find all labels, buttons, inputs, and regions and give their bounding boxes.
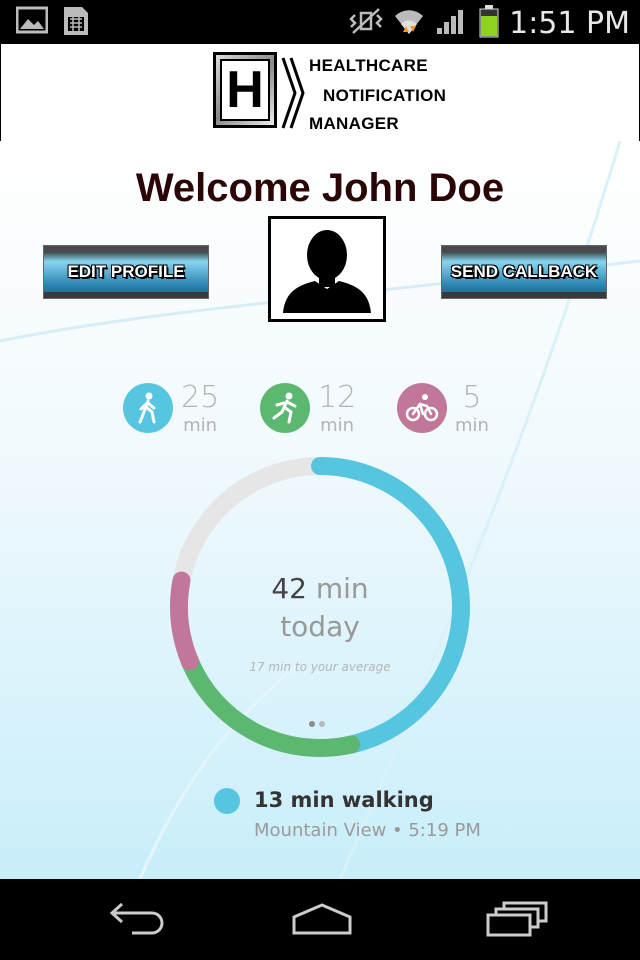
- ring-segment-running: [180, 652, 361, 757]
- page-indicator: [309, 721, 325, 727]
- recent-activity-title[interactable]: 13 min walking: [254, 788, 434, 812]
- logo-letter: H: [220, 59, 270, 121]
- app-logo: H: [213, 52, 277, 128]
- clock-time: 1:51 PM: [509, 5, 630, 41]
- brand-line-3: MANAGER: [309, 114, 399, 133]
- back-icon: [109, 902, 164, 935]
- cycling-minutes: 5: [462, 380, 482, 415]
- signal-icon: [435, 6, 469, 40]
- app-header: H HEALTHCARE NOTIFICATION MANAGER: [0, 43, 640, 142]
- running-minutes: 12: [318, 380, 357, 415]
- total-minutes: 42 min: [220, 572, 420, 605]
- running-icon: [260, 383, 310, 433]
- ring-segment-cycling: [170, 571, 199, 671]
- brand-line-1: HEALTHCARE: [309, 56, 428, 75]
- cycling-icon: [397, 383, 447, 433]
- total-unit: min: [315, 572, 369, 605]
- period-label: today: [280, 610, 360, 643]
- walking-icon: [123, 383, 173, 433]
- home-button[interactable]: [290, 899, 354, 939]
- sim-card-icon: [62, 5, 90, 41]
- recent-apps-icon: [486, 901, 548, 937]
- page-dot: [319, 721, 325, 727]
- cycling-unit: min: [455, 415, 489, 436]
- user-silhouette-icon: [283, 230, 371, 313]
- activity-walking[interactable]: 25 min: [123, 383, 219, 435]
- avatar[interactable]: [268, 216, 386, 322]
- running-unit: min: [320, 415, 355, 436]
- recent-apps-button[interactable]: [484, 899, 548, 939]
- welcome-heading: Welcome John Doe: [135, 166, 505, 210]
- walking-minutes: 25: [181, 380, 220, 415]
- walking-unit: min: [183, 415, 218, 436]
- status-bar: 1:51 PM: [0, 0, 640, 43]
- logo-arrow-icon: [281, 57, 305, 129]
- home-icon: [292, 903, 352, 935]
- recent-activity-subtitle: Mountain View • 5:19 PM: [254, 820, 481, 841]
- average-note: 17 min to your average: [249, 660, 391, 674]
- image-icon: [15, 5, 49, 41]
- ring-segment-walking: [311, 457, 470, 754]
- wifi-icon: [393, 6, 425, 40]
- battery-icon: [479, 4, 499, 42]
- page-dot-active: [309, 721, 315, 727]
- total-value: 42: [271, 572, 307, 605]
- edit-profile-button[interactable]: EDIT PROFILE: [43, 245, 209, 299]
- activity-running[interactable]: 12 min: [260, 383, 356, 435]
- send-callback-button[interactable]: SEND CALLBACK: [441, 245, 607, 299]
- navigation-bar: [0, 879, 640, 960]
- back-button[interactable]: [102, 899, 166, 939]
- activity-cycling[interactable]: 5 min: [397, 383, 489, 435]
- edit-profile-label: EDIT PROFILE: [67, 262, 185, 281]
- send-callback-label: SEND CALLBACK: [450, 262, 598, 281]
- vibrate-mute-icon: [349, 7, 383, 39]
- activity-ring[interactable]: [165, 452, 475, 762]
- brand-line-2: NOTIFICATION: [323, 86, 447, 105]
- walking-dot-icon: [214, 788, 240, 814]
